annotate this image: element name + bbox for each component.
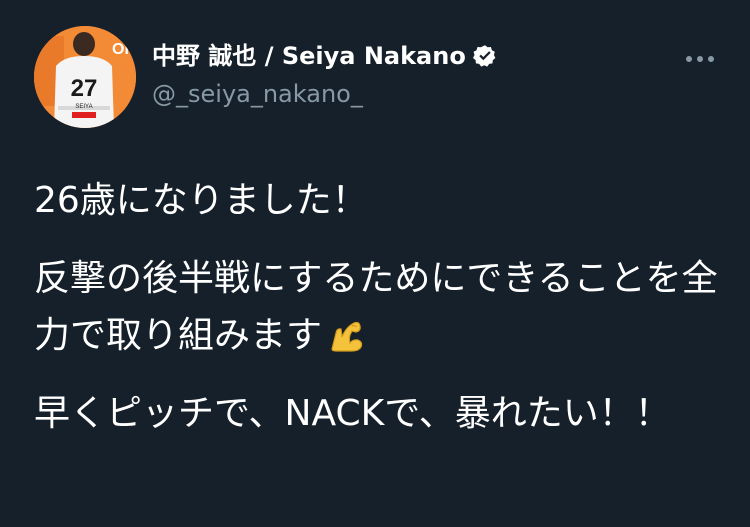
more-dot-icon bbox=[686, 56, 692, 62]
more-dot-icon bbox=[697, 56, 703, 62]
tweet-paragraph: 早くピッチで、NACKで、暴れたい！！ bbox=[34, 393, 671, 434]
avatar-jersey-number: 27 bbox=[71, 75, 98, 102]
avatar-jersey-name: SEIYA bbox=[75, 104, 92, 110]
author-name-row[interactable]: 中野 誠也 / Seiya Nakano bbox=[152, 40, 497, 72]
more-options-button[interactable] bbox=[682, 52, 718, 66]
avatar-photo: Ol 27 SEIYA bbox=[34, 26, 136, 128]
tweet-text: 26歳になりました！ 反撃の後半戦にするためにできることを全力で取り組みます 早… bbox=[34, 172, 724, 442]
flexed-biceps-icon bbox=[326, 313, 366, 353]
author-handle[interactable]: @_seiya_nakano_ bbox=[152, 78, 363, 110]
tweet-card: Ol 27 SEIYA 中野 誠也 / Seiya Nakano @_seiya… bbox=[0, 0, 750, 527]
verified-badge-icon bbox=[472, 44, 497, 68]
avatar-sponsor-text: Ol bbox=[112, 41, 129, 58]
avatar[interactable]: Ol 27 SEIYA bbox=[34, 26, 136, 128]
more-dot-icon bbox=[708, 56, 714, 62]
author-display-name[interactable]: 中野 誠也 / Seiya Nakano bbox=[152, 40, 466, 72]
tweet-paragraph: 反撃の後半戦にするためにできることを全力で取り組みます bbox=[34, 258, 718, 356]
tweet-paragraph: 26歳になりました！ bbox=[34, 180, 368, 221]
